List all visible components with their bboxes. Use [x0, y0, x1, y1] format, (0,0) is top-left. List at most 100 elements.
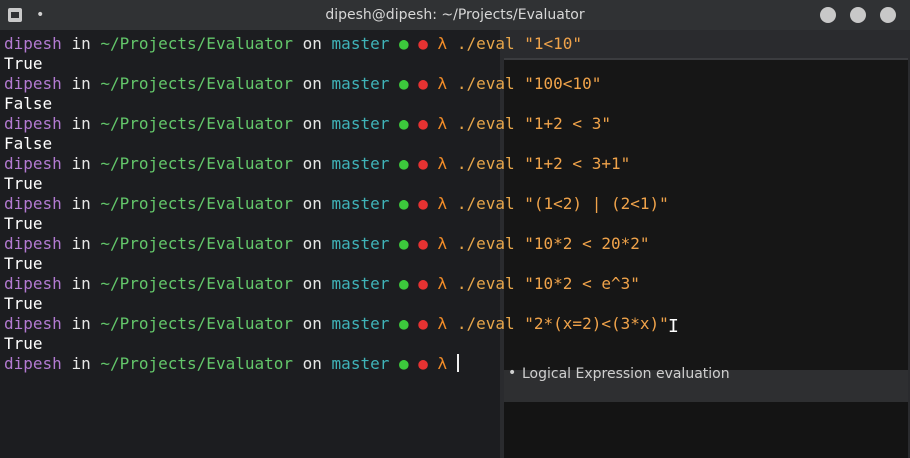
git-clean-dot-icon: ●: [398, 274, 409, 293]
prompt-path: ~/Projects/Evaluator: [100, 194, 293, 213]
prompt-branch: master: [331, 354, 390, 373]
prompt-line: dipesh in ~/Projects/Evaluator on master…: [4, 154, 630, 174]
lambda-icon: λ: [437, 354, 448, 373]
prompt-path: ~/Projects/Evaluator: [100, 314, 293, 333]
window-menu-dot[interactable]: •: [36, 7, 44, 23]
close-button[interactable]: [880, 7, 896, 23]
prompt-in: in: [71, 194, 91, 213]
prompt-in: in: [71, 34, 91, 53]
prompt-user: dipesh: [4, 354, 62, 373]
command-argument: "10*2 < e^3": [524, 274, 640, 293]
git-status-dot-icon: ●: [418, 314, 428, 333]
prompt-user: dipesh: [4, 154, 62, 173]
command-output: True: [4, 294, 43, 313]
prompt-branch: master: [331, 234, 390, 253]
command-output: True: [4, 334, 43, 353]
prompt-branch: master: [331, 74, 390, 93]
command-argument: "10*2 < 20*2": [524, 234, 650, 253]
git-clean-dot-icon: ●: [398, 74, 409, 93]
prompt-line: dipesh in ~/Projects/Evaluator on master…: [4, 194, 669, 214]
git-status-dot-icon: ●: [418, 114, 428, 133]
prompt-on: on: [302, 154, 322, 173]
prompt-in: in: [71, 114, 91, 133]
minimize-button[interactable]: [820, 7, 836, 23]
git-clean-dot-icon: ●: [398, 234, 409, 253]
command-argument: "1+2 < 3": [524, 114, 611, 133]
prompt-on: on: [302, 274, 322, 293]
command-argument: "1+2 < 3+1": [524, 154, 631, 173]
command-text: ./eval: [456, 274, 515, 293]
prompt-user: dipesh: [4, 34, 62, 53]
prompt-in: in: [71, 74, 91, 93]
window-titlebar: • dipesh@dipesh: ~/Projects/Evaluator: [0, 0, 910, 30]
prompt-line: dipesh in ~/Projects/Evaluator on master…: [4, 34, 582, 54]
git-clean-dot-icon: ●: [398, 194, 409, 213]
command-text: ./eval: [456, 194, 515, 213]
prompt-user: dipesh: [4, 234, 62, 253]
prompt-line: dipesh in ~/Projects/Evaluator on master…: [4, 354, 459, 374]
prompt-on: on: [302, 234, 322, 253]
prompt-in: in: [71, 274, 91, 293]
terminal-app-icon[interactable]: [8, 8, 22, 22]
git-clean-dot-icon: ●: [398, 34, 409, 53]
git-status-dot-icon: ●: [418, 74, 428, 93]
prompt-branch: master: [331, 114, 390, 133]
git-clean-dot-icon: ●: [398, 314, 409, 333]
command-text: ./eval: [456, 234, 515, 253]
prompt-user: dipesh: [4, 194, 62, 213]
prompt-path: ~/Projects/Evaluator: [100, 354, 293, 373]
lambda-icon: λ: [437, 314, 448, 333]
prompt-path: ~/Projects/Evaluator: [100, 234, 293, 253]
prompt-user: dipesh: [4, 74, 62, 93]
prompt-path: ~/Projects/Evaluator: [100, 34, 293, 53]
prompt-path: ~/Projects/Evaluator: [100, 114, 293, 133]
prompt-line: dipesh in ~/Projects/Evaluator on master…: [4, 114, 611, 134]
prompt-on: on: [302, 354, 322, 373]
command-argument: "(1<2) | (2<1)": [524, 194, 669, 213]
command-text: ./eval: [456, 154, 515, 173]
prompt-in: in: [71, 354, 91, 373]
maximize-button[interactable]: [850, 7, 866, 23]
git-status-dot-icon: ●: [418, 354, 428, 373]
prompt-path: ~/Projects/Evaluator: [100, 274, 293, 293]
git-clean-dot-icon: ●: [398, 154, 409, 173]
prompt-on: on: [302, 194, 322, 213]
git-status-dot-icon: ●: [418, 154, 428, 173]
command-text: ./eval: [456, 74, 515, 93]
prompt-path: ~/Projects/Evaluator: [100, 74, 293, 93]
prompt-path: ~/Projects/Evaluator: [100, 154, 293, 173]
prompt-in: in: [71, 154, 91, 173]
prompt-user: dipesh: [4, 274, 62, 293]
prompt-user: dipesh: [4, 314, 62, 333]
prompt-line: dipesh in ~/Projects/Evaluator on master…: [4, 314, 669, 334]
command-output: False: [4, 134, 53, 153]
prompt-line: dipesh in ~/Projects/Evaluator on master…: [4, 74, 601, 94]
command-text: ./eval: [456, 34, 515, 53]
git-status-dot-icon: ●: [418, 274, 428, 293]
command-output: True: [4, 254, 43, 273]
command-text: ./eval: [456, 314, 515, 333]
text-cursor[interactable]: [456, 354, 459, 372]
prompt-branch: master: [331, 194, 390, 213]
lambda-icon: λ: [437, 114, 448, 133]
command-argument: "100<10": [524, 74, 602, 93]
git-status-dot-icon: ●: [418, 234, 428, 253]
prompt-user: dipesh: [4, 114, 62, 133]
git-clean-dot-icon: ●: [398, 354, 409, 373]
command-argument: "2*(x=2)<(3*x)": [524, 314, 669, 333]
git-clean-dot-icon: ●: [398, 114, 409, 133]
git-status-dot-icon: ●: [418, 194, 428, 213]
prompt-in: in: [71, 234, 91, 253]
command-output: True: [4, 54, 43, 73]
lambda-icon: λ: [437, 154, 448, 173]
prompt-on: on: [302, 74, 322, 93]
prompt-on: on: [302, 114, 322, 133]
ibeam-cursor-icon: I: [668, 316, 679, 337]
git-status-dot-icon: ●: [418, 34, 428, 53]
prompt-line: dipesh in ~/Projects/Evaluator on master…: [4, 234, 650, 254]
lambda-icon: λ: [437, 234, 448, 253]
prompt-branch: master: [331, 34, 390, 53]
lambda-icon: λ: [437, 194, 448, 213]
command-argument: "1<10": [524, 34, 583, 53]
terminal-output[interactable]: dipesh in ~/Projects/Evaluator on master…: [0, 30, 910, 458]
